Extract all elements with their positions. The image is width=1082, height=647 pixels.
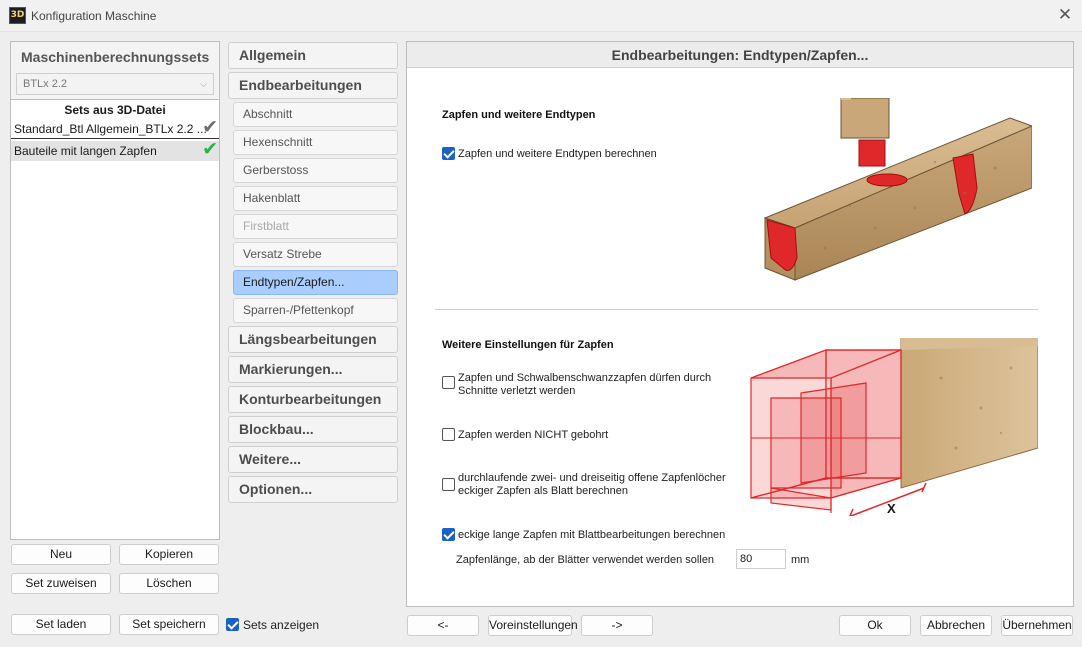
delete-set-button[interactable]: Löschen [119, 573, 219, 594]
save-set-button[interactable]: Set speichern [119, 614, 219, 635]
nav-sub-hakenblatt[interactable]: Hakenblatt [233, 186, 398, 211]
tenon-length-input[interactable]: 80 [736, 549, 786, 569]
tenon-cut-violation-line1: Zapfen und Schwalbenschwanzzapfen dürfen… [458, 372, 712, 384]
defaults-button[interactable]: Voreinstellungen [488, 615, 578, 636]
chevron-down-icon: ⌵ [200, 79, 207, 89]
dimension-x-label: X [887, 501, 896, 516]
nav-markierungen[interactable]: Markierungen... [228, 356, 398, 383]
copy-set-button[interactable]: Kopieren [119, 544, 219, 565]
beam-tenon-illustration [763, 98, 1032, 281]
sets-group-header: Sets aus 3D-Datei [64, 103, 166, 117]
no-drill-label: Zapfen werden NICHT gebohrt [458, 429, 609, 441]
section-title-tenon-settings: Weitere Einstellungen für Zapfen [442, 339, 614, 351]
new-set-button[interactable]: Neu [11, 544, 111, 565]
open-mortise-line1: durchlaufende zwei- und dreiseitig offen… [458, 472, 726, 484]
section-title-endtypen: Zapfen und weitere Endtypen [442, 109, 596, 121]
nav-optionen[interactable]: Optionen... [228, 476, 398, 503]
previous-button[interactable]: <- [407, 615, 479, 636]
open-mortise-as-lap-label: durchlaufende zwei- und dreiseitig offen… [458, 472, 726, 498]
open-mortise-line2: eckiger Zapfen als Blatt berechnen [458, 485, 628, 497]
show-sets-checkbox[interactable] [226, 618, 239, 631]
next-button[interactable]: -> [581, 615, 653, 636]
tenon-cut-violation-label: Zapfen und Schwalbenschwanzzapfen dürfen… [458, 372, 711, 398]
long-tenon-lap-checkbox[interactable] [442, 528, 455, 541]
assign-set-button[interactable]: Set zuweisen [11, 573, 111, 594]
tenon-cut-violation-checkbox[interactable] [442, 376, 455, 389]
window-title: Konfiguration Maschine [31, 9, 157, 23]
content-title: Endbearbeitungen: Endtypen/Zapfen... [407, 42, 1073, 68]
tenon-length-label: Zapfenlänge, ab der Blätter verwendet we… [456, 554, 715, 566]
section-divider [435, 309, 1038, 310]
nav-endbearbeitungen[interactable]: Endbearbeitungen [228, 72, 398, 99]
nav-blockbau[interactable]: Blockbau... [228, 416, 398, 443]
nav-konturbearbeitungen[interactable]: Konturbearbeitungen [228, 386, 398, 413]
calc-endtypes-label: Zapfen und weitere Endtypen berechnen [458, 148, 657, 160]
sets-list[interactable]: Sets aus 3D-Datei Standard_Btl Allgemein… [11, 99, 219, 539]
nav-sub-sparren-pfettenkopf[interactable]: Sparren-/Pfettenkopf [233, 298, 398, 323]
nav-sub-firstblatt: Firstblatt [233, 214, 398, 239]
cancel-button[interactable]: Abbrechen [920, 615, 992, 636]
nav-sub-endtypen-zapfen[interactable]: Endtypen/Zapfen... [233, 270, 398, 295]
ok-button[interactable]: Ok [839, 615, 911, 636]
nav-weitere[interactable]: Weitere... [228, 446, 398, 473]
calc-endtypes-checkbox[interactable] [442, 147, 455, 160]
no-drill-checkbox[interactable] [442, 428, 455, 441]
format-select[interactable]: BTLx 2.2 ⌵ [16, 73, 214, 95]
sets-panel: Maschinenberechnungssets BTLx 2.2 ⌵ Sets… [10, 41, 220, 540]
close-icon[interactable]: ✕ [1054, 4, 1076, 26]
settings-content: Endbearbeitungen: Endtypen/Zapfen... Zap… [406, 41, 1074, 607]
nav-laengsbearbeitungen[interactable]: Längsbearbeitungen [228, 326, 398, 353]
nav-sub-hexenschnitt[interactable]: Hexenschnitt [233, 130, 398, 155]
app-logo-icon: 3D [9, 7, 26, 24]
set-item-label: Bauteile mit langen Zapfen [14, 144, 157, 158]
sets-panel-title: Maschinenberechnungssets [21, 49, 210, 65]
format-select-value: BTLx 2.2 [23, 78, 68, 90]
tenon-length-unit: mm [791, 554, 810, 566]
apply-button[interactable]: Übernehmen [1001, 615, 1073, 636]
tenon-cut-violation-line2: Schnitte verletzt werden [458, 385, 576, 397]
nav-sub-gerberstoss[interactable]: Gerberstoss [233, 158, 398, 183]
tenon-geometry-illustration: X [750, 338, 1038, 516]
show-sets-label: Sets anzeigen [243, 618, 320, 632]
set-item-standard[interactable]: Standard_Btl Allgemein_BTLx 2.2 ... ✔ [11, 119, 219, 139]
title-bar: 3D Konfiguration Maschine ✕ [0, 0, 1082, 32]
check-mark-icon: ✔ [202, 141, 218, 160]
load-set-button[interactable]: Set laden [11, 614, 111, 635]
nav-sub-versatz-strebe[interactable]: Versatz Strebe [233, 242, 398, 267]
open-mortise-as-lap-checkbox[interactable] [442, 478, 455, 491]
check-mark-icon: ✔ [202, 119, 218, 138]
nav-allgemein[interactable]: Allgemein [228, 42, 398, 69]
set-item-label: Standard_Btl Allgemein_BTLx 2.2 ... [14, 122, 207, 136]
set-item-long-tenons[interactable]: Bauteile mit langen Zapfen ✔ [11, 141, 219, 161]
long-tenon-lap-label: eckige lange Zapfen mit Blattbearbeitung… [458, 529, 726, 541]
nav-sub-abschnitt[interactable]: Abschnitt [233, 102, 398, 127]
